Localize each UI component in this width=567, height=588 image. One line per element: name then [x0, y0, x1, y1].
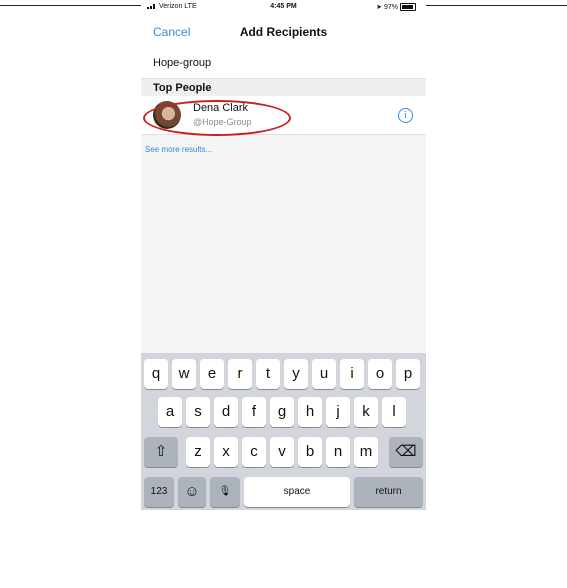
location-icon: ➤ — [376, 4, 384, 11]
person-handle: @Hope-Group — [193, 117, 252, 127]
key-k[interactable]: k — [354, 397, 378, 427]
key-l[interactable]: l — [382, 397, 406, 427]
numbers-key[interactable]: 123 — [144, 477, 174, 507]
key-n[interactable]: n — [326, 437, 350, 467]
status-bar: Verizon LTE 4:45 PM ➤ 97% — [141, 0, 426, 14]
key-j[interactable]: j — [326, 397, 350, 427]
key-u[interactable]: u — [312, 359, 336, 389]
key-y[interactable]: y — [284, 359, 308, 389]
avatar — [153, 101, 181, 129]
section-title: Top People — [153, 82, 212, 94]
see-more-results-link[interactable]: See more results... — [145, 145, 212, 154]
key-v[interactable]: v — [270, 437, 294, 467]
key-d[interactable]: d — [214, 397, 238, 427]
key-z[interactable]: z — [186, 437, 210, 467]
return-key[interactable]: return — [354, 477, 423, 507]
person-row[interactable]: Dena Clark @Hope-Group i — [141, 96, 426, 135]
phone-screen: Verizon LTE 4:45 PM ➤ 97% Cancel Add Rec… — [141, 0, 426, 510]
delete-key[interactable]: ⌫ — [389, 437, 423, 467]
key-r[interactable]: r — [228, 359, 252, 389]
key-w[interactable]: w — [172, 359, 196, 389]
key-f[interactable]: f — [242, 397, 266, 427]
key-a[interactable]: a — [158, 397, 182, 427]
emoji-key[interactable]: ☺ — [178, 477, 206, 507]
key-t[interactable]: t — [256, 359, 280, 389]
section-header: Top People — [141, 79, 426, 96]
key-g[interactable]: g — [270, 397, 294, 427]
key-i[interactable]: i — [340, 359, 364, 389]
key-o[interactable]: o — [368, 359, 392, 389]
key-c[interactable]: c — [242, 437, 266, 467]
shift-key[interactable]: ⇧ — [144, 437, 178, 467]
key-m[interactable]: m — [354, 437, 378, 467]
keyboard: q w e r t y u i o p a s d f g h j k l ⇧ … — [141, 353, 426, 510]
key-p[interactable]: p — [396, 359, 420, 389]
key-q[interactable]: q — [144, 359, 168, 389]
nav-bar: Cancel Add Recipients — [141, 14, 426, 48]
battery-icon — [400, 3, 416, 12]
recipient-search-input[interactable] — [153, 57, 413, 69]
battery-percent: 97% — [383, 4, 398, 11]
key-h[interactable]: h — [298, 397, 322, 427]
space-key[interactable]: space — [244, 477, 350, 507]
page-title: Add Recipients — [239, 25, 328, 39]
key-s[interactable]: s — [186, 397, 210, 427]
battery-group: ➤ 97% — [376, 3, 416, 12]
key-e[interactable]: e — [200, 359, 224, 389]
person-name: Dena Clark — [193, 102, 249, 114]
recipient-search-row — [141, 48, 426, 79]
key-x[interactable]: x — [214, 437, 238, 467]
key-b[interactable]: b — [298, 437, 322, 467]
mic-key[interactable]: 🎙 — [210, 477, 240, 507]
info-icon[interactable]: i — [398, 108, 413, 123]
